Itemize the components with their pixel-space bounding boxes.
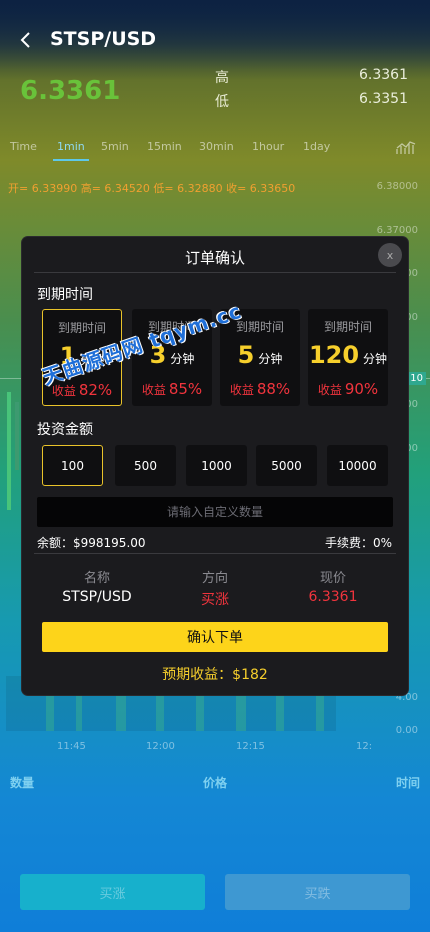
ohlc-readout: 开= 6.33990 高= 6.34520 低= 6.32880 收= 6.33… xyxy=(8,182,296,195)
fee-text: 手续费：0% xyxy=(324,536,392,550)
profit-percent: 85% xyxy=(168,380,203,398)
direction-value: 买涨 xyxy=(201,592,229,608)
divider xyxy=(34,553,396,554)
profit-percent: 88% xyxy=(256,380,291,398)
tab-30min[interactable]: 30min xyxy=(199,140,234,153)
tab-15min[interactable]: 15min xyxy=(147,140,182,153)
back-arrow-icon[interactable] xyxy=(16,30,36,50)
tab-time[interactable]: Time xyxy=(10,140,37,153)
candle xyxy=(7,392,11,510)
amount-option[interactable]: 500 xyxy=(115,445,176,486)
profit-label: 收益 xyxy=(229,383,254,397)
custom-amount-input[interactable] xyxy=(37,497,393,527)
page-title: STSP/USD xyxy=(50,28,157,50)
chart-type-icon[interactable] xyxy=(396,139,416,155)
expiry-option-120min[interactable]: 到期时间 120 分钟 收益 90% xyxy=(308,309,388,406)
time-axis-tick: 12:00 xyxy=(146,741,175,752)
expected-profit: 预期收益：$182 xyxy=(162,667,268,683)
profit-percent: 82% xyxy=(78,381,113,399)
column-qty: 数量 xyxy=(10,776,35,790)
time-axis-tick: 11:45 xyxy=(57,741,86,752)
direction-label: 方向 xyxy=(201,571,228,586)
time-axis-tick: 12: xyxy=(356,741,373,752)
expiry-number: 120 xyxy=(308,341,360,369)
tab-5min[interactable]: 5min xyxy=(101,140,129,153)
name-value: STSP/USD xyxy=(62,589,132,605)
time-axis-tick: 12:15 xyxy=(236,741,265,752)
expiry-unit: 分钟 xyxy=(258,352,283,366)
confirm-order-button[interactable]: 确认下单 xyxy=(42,622,388,652)
current-price: 6.3361 xyxy=(20,76,121,106)
high-label: 高 xyxy=(215,70,229,86)
balance-text: 余额：$998195.00 xyxy=(37,536,146,550)
price-axis-tick: 6.38000 xyxy=(376,181,418,192)
expiry-unit: 分钟 xyxy=(363,352,388,366)
tab-1day[interactable]: 1day xyxy=(303,140,330,153)
buy-down-button[interactable]: 买跌 xyxy=(225,874,410,910)
volume-axis-tick: 0.00 xyxy=(395,725,418,736)
price-tag: 10 xyxy=(407,372,426,385)
amount-section-label: 投资金额 xyxy=(37,422,93,438)
amount-option[interactable]: 100 xyxy=(42,445,103,486)
buy-up-button[interactable]: 买涨 xyxy=(20,874,205,910)
profit-percent: 90% xyxy=(344,380,379,398)
profit-label: 收益 xyxy=(141,383,166,397)
low-label: 低 xyxy=(215,94,229,110)
column-time: 时间 xyxy=(395,776,420,790)
divider xyxy=(34,272,396,273)
profit-label: 收益 xyxy=(317,383,342,397)
expiry-section-label: 到期时间 xyxy=(37,287,93,303)
current-price-label: 现价 xyxy=(319,571,346,586)
amount-option[interactable]: 1000 xyxy=(186,445,247,486)
high-value: 6.3361 xyxy=(359,67,408,83)
column-price: 价格 xyxy=(203,776,228,790)
expiry-title: 到期时间 xyxy=(57,321,106,335)
expiry-number: 5 xyxy=(237,341,255,369)
modal-title: 订单确认 xyxy=(184,249,245,267)
expiry-title: 到期时间 xyxy=(323,320,372,334)
price-axis-tick: 6.37000 xyxy=(376,225,418,236)
tab-1hour[interactable]: 1hour xyxy=(252,140,284,153)
expiry-unit: 分钟 xyxy=(170,352,195,366)
name-label: 名称 xyxy=(83,571,110,586)
amount-option[interactable]: 5000 xyxy=(256,445,317,486)
current-price-value: 6.3361 xyxy=(308,589,358,605)
candle xyxy=(15,402,19,470)
low-value: 6.3351 xyxy=(359,91,408,107)
close-icon[interactable]: x xyxy=(378,243,402,267)
amount-option[interactable]: 10000 xyxy=(327,445,388,486)
tab-1min[interactable]: 1min xyxy=(53,140,89,161)
